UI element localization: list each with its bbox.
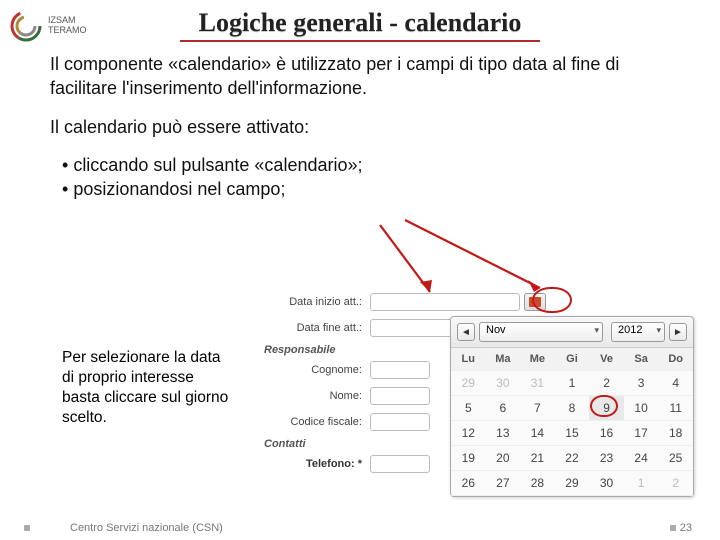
calendar-day[interactable]: 25 [658,446,693,471]
calendar-day[interactable]: 26 [451,471,486,496]
footer-dot-icon [670,525,676,531]
label-nome: Nome: [260,390,370,402]
label-data-fine: Data fine att.: [260,322,370,334]
calendar-day[interactable]: 18 [658,421,693,446]
calendar-day[interactable]: 31 [520,371,555,396]
calendar-day[interactable]: 23 [589,446,624,471]
note-text: Per selezionare la data di proprio inter… [62,348,232,429]
logo-spiral-icon [8,8,44,44]
label-data-inizio: Data inizio att.: [260,296,370,308]
label-cognome: Cognome: [260,364,370,376]
dow-header: Do [658,348,693,371]
body-text: Il componente «calendario» è utilizzato … [0,52,720,201]
calendar-year-select[interactable]: 2012 [611,322,665,342]
calendar-day[interactable]: 29 [451,371,486,396]
calendar-next-button[interactable]: ► [669,323,687,341]
calendar-day[interactable]: 20 [486,446,521,471]
calendar-day[interactable]: 22 [555,446,590,471]
calendar-day[interactable]: 6 [486,396,521,421]
calendar-day[interactable]: 13 [486,421,521,446]
dow-header: Ve [589,348,624,371]
input-codice-fiscale[interactable] [370,413,430,431]
page-number: 23 [680,522,692,534]
calendar-day[interactable]: 14 [520,421,555,446]
chevron-left-icon: ◄ [461,327,471,338]
org-logo: IZSAMTERAMO [8,6,98,46]
dow-header: Ma [486,348,521,371]
calendar-day[interactable]: 11 [658,396,693,421]
calendar-day[interactable]: 28 [520,471,555,496]
dow-header: Lu [451,348,486,371]
dow-header: Me [520,348,555,371]
dow-header: Sa [624,348,659,371]
calendar-grid: Lu Ma Me Gi Ve Sa Do 29 30 31 1 2 3 4 5 … [451,348,693,496]
calendar-day[interactable]: 15 [555,421,590,446]
calendar-day[interactable]: 30 [486,371,521,396]
logo-text: IZSAMTERAMO [48,16,87,36]
input-data-inizio[interactable] [370,293,520,311]
footer: Centro Servizi nazionale (CSN) 23 [0,522,720,534]
calendar-day-selected[interactable]: 9 [589,396,624,421]
calendar-icon [529,297,541,307]
calendar-popup: ◄ Nov 2012 ► Lu Ma Me Gi Ve Sa Do 29 30 … [450,316,694,497]
calendar-day[interactable]: 19 [451,446,486,471]
calendar-day[interactable]: 27 [486,471,521,496]
calendar-day[interactable]: 2 [658,471,693,496]
input-telefono[interactable] [370,455,430,473]
calendar-day[interactable]: 30 [589,471,624,496]
paragraph-1: Il componente «calendario» è utilizzato … [50,52,670,101]
calendar-day[interactable]: 8 [555,396,590,421]
calendar-day[interactable]: 5 [451,396,486,421]
calendar-header: ◄ Nov 2012 ► [451,317,693,348]
calendar-prev-button[interactable]: ◄ [457,323,475,341]
calendar-day[interactable]: 12 [451,421,486,446]
page-title: Logiche generali - calendario [0,0,720,38]
calendar-day[interactable]: 21 [520,446,555,471]
calendar-day[interactable]: 16 [589,421,624,446]
title-underline [180,40,540,42]
calendar-month-select[interactable]: Nov [479,322,603,342]
calendar-day[interactable]: 24 [624,446,659,471]
calendar-day[interactable]: 17 [624,421,659,446]
calendar-day[interactable]: 29 [555,471,590,496]
paragraph-2-intro: Il calendario può essere attivato: [50,115,670,139]
label-codice-fiscale: Codice fiscale: [260,416,370,428]
calendar-day[interactable]: 4 [658,371,693,396]
dow-header: Gi [555,348,590,371]
calendar-day[interactable]: 3 [624,371,659,396]
input-nome[interactable] [370,387,430,405]
footer-center-text: Centro Servizi nazionale (CSN) [30,522,670,534]
calendar-day[interactable]: 2 [589,371,624,396]
label-telefono: Telefono: * [260,458,370,470]
bullet-2: posizionandosi nel campo; [62,177,670,201]
input-cognome[interactable] [370,361,430,379]
calendar-day[interactable]: 10 [624,396,659,421]
calendar-day[interactable]: 7 [520,396,555,421]
calendar-button-inizio[interactable] [524,293,546,311]
calendar-day[interactable]: 1 [555,371,590,396]
bullet-1: cliccando sul pulsante «calendario»; [62,153,670,177]
chevron-right-icon: ► [673,327,683,338]
calendar-day[interactable]: 1 [624,471,659,496]
